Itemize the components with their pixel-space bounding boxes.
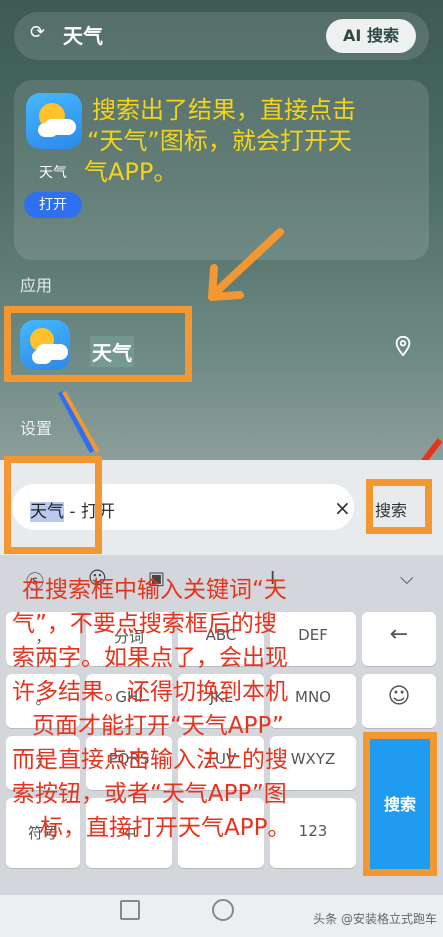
location-icon[interactable] [392,335,414,357]
section-apps: 应用 [20,276,53,295]
annotation-line: 气”，不要点搜索框后的搜 [12,611,277,637]
weather-app-icon[interactable] [20,320,70,370]
recent-apps-icon[interactable] [120,900,140,920]
annotation-line: 标，直接打开天气APP。 [40,815,291,841]
section-settings: 设置 [20,419,53,438]
annotation-line: 而是直接点击输入法上的搜 [12,747,288,773]
watermark: 头条 @安装格立式跑车 [313,912,437,926]
input-highlight-box [4,456,102,554]
annotation-red: 在搜索框中输入关键词“天 气”，不要点搜索框后的搜 索两字。如果点了，会出现 许… [12,573,402,845]
annotation-line: 在搜索框中输入关键词“天 [22,577,287,603]
search-text-highlight-box [366,479,432,534]
collapse-icon[interactable]: ⌵ [400,568,414,589]
app-result-name[interactable]: 天气 [90,336,134,367]
annotation-line: 页面才能打开“天气APP” [32,713,284,739]
home-icon[interactable] [212,899,234,921]
annotation-line: 索按钮，或者“天气APP”图 [12,781,287,807]
annotation-line: 索两字。如果点了，会出现 [12,645,288,671]
annotation-line: 许多结果。还得切换到本机 [12,679,288,705]
clear-icon[interactable]: × [334,496,351,520]
